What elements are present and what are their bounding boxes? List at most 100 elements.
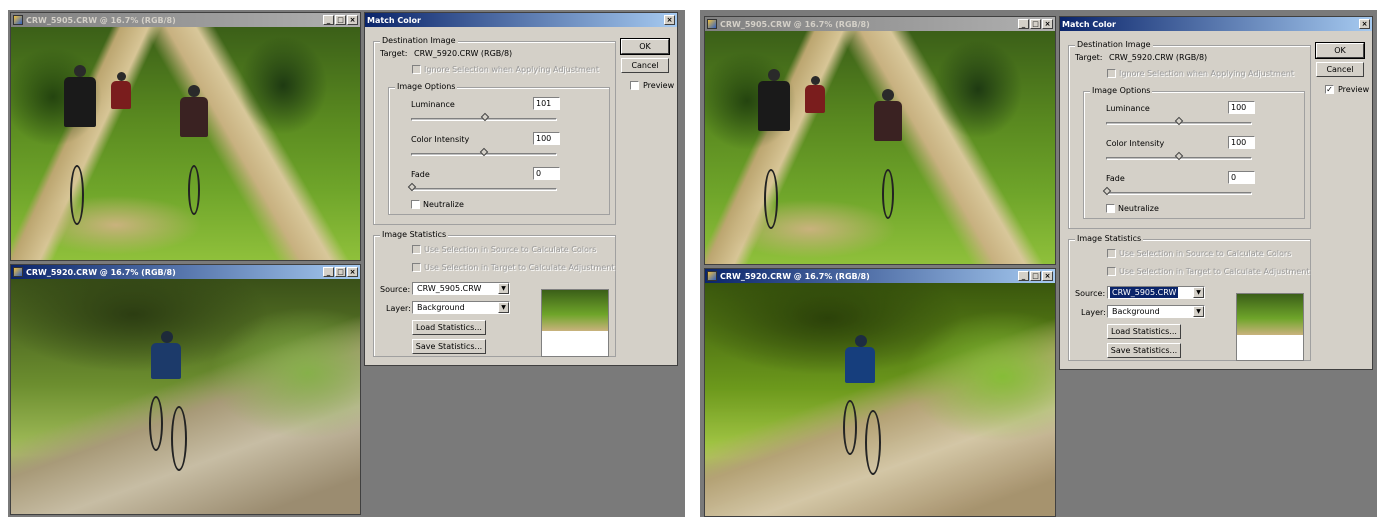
layer-select[interactable]: Background ▼ <box>1107 305 1205 318</box>
maximize-button[interactable]: □ <box>1030 271 1041 281</box>
color-intensity-slider[interactable] <box>411 147 557 157</box>
ok-button[interactable]: OK <box>620 38 670 55</box>
chevron-down-icon[interactable]: ▼ <box>498 302 509 313</box>
use-source-selection-checkbox[interactable] <box>412 245 421 254</box>
load-statistics-button[interactable]: Load Statistics... <box>412 320 486 335</box>
close-button[interactable]: × <box>1042 271 1053 281</box>
luminance-field[interactable]: 101 <box>533 97 560 110</box>
maximize-button[interactable]: □ <box>335 267 346 277</box>
close-button[interactable]: × <box>347 267 358 277</box>
minimize-button[interactable]: _ <box>1018 19 1029 29</box>
use-target-selection-label: Use Selection in Target to Calculate Adj… <box>1119 267 1310 276</box>
chevron-down-icon[interactable]: ▼ <box>498 283 509 294</box>
layer-label: Layer: <box>1081 308 1106 317</box>
fade-slider[interactable] <box>407 182 557 192</box>
target-window-titlebar[interactable]: CRW_5920.CRW @ 16.7% (RGB/8) _ □ × <box>11 265 360 279</box>
source-thumbnail <box>1236 293 1304 361</box>
chevron-down-icon[interactable]: ▼ <box>1193 287 1204 298</box>
maximize-button[interactable]: □ <box>1030 19 1041 29</box>
luminance-slider-thumb[interactable] <box>1174 116 1184 126</box>
match-color-dialog: Match Color × OK Cancel ✓ Preview Destin… <box>1059 16 1373 370</box>
source-label: Source: <box>1075 289 1106 298</box>
save-statistics-button[interactable]: Save Statistics... <box>412 339 486 354</box>
source-window-title: CRW_5905.CRW @ 16.7% (RGB/8) <box>26 15 176 25</box>
minimize-button[interactable]: _ <box>1018 271 1029 281</box>
fade-slider-thumb[interactable] <box>407 182 417 192</box>
maximize-button[interactable]: □ <box>335 15 346 25</box>
source-image-window[interactable]: CRW_5905.CRW @ 16.7% (RGB/8) _ □ × <box>10 12 361 261</box>
image-options-group: Image Options Luminance 101 Color Intens… <box>388 82 610 215</box>
luminance-slider[interactable] <box>1106 116 1252 126</box>
target-window-titlebar[interactable]: CRW_5920.CRW @ 16.7% (RGB/8) _ □ × <box>705 269 1055 283</box>
ignore-selection-checkbox[interactable] <box>412 65 421 74</box>
luminance-label: Luminance <box>1106 104 1150 113</box>
use-source-selection-label: Use Selection in Source to Calculate Col… <box>424 245 597 254</box>
target-image-window[interactable]: CRW_5920.CRW @ 16.7% (RGB/8) _ □ × <box>704 268 1056 517</box>
use-target-selection-checkbox[interactable] <box>1107 267 1116 276</box>
source-image-window[interactable]: CRW_5905.CRW @ 16.7% (RGB/8) _ □ × <box>704 16 1056 265</box>
color-intensity-slider[interactable] <box>1106 151 1252 161</box>
fade-field[interactable]: 0 <box>1228 171 1255 184</box>
preview-checkbox[interactable] <box>630 81 639 90</box>
source-select[interactable]: CRW_5905.CRW ▼ <box>412 282 510 295</box>
target-value: CRW_5920.CRW (RGB/8) <box>414 49 513 58</box>
target-photo-cyclist <box>11 279 360 514</box>
source-select[interactable]: CRW_5905.CRW ▼ <box>1107 286 1205 299</box>
left-screenshot-panel: CRW_5905.CRW @ 16.7% (RGB/8) _ □ × CRW_5… <box>8 10 685 517</box>
neutralize-checkbox[interactable] <box>1106 204 1115 213</box>
save-statistics-button[interactable]: Save Statistics... <box>1107 343 1181 358</box>
image-statistics-legend: Image Statistics <box>1075 234 1144 243</box>
use-target-selection-label: Use Selection in Target to Calculate Adj… <box>424 263 615 272</box>
use-target-selection-checkbox[interactable] <box>412 263 421 272</box>
color-intensity-field[interactable]: 100 <box>533 132 560 145</box>
luminance-slider[interactable] <box>411 112 557 122</box>
source-window-title: CRW_5905.CRW @ 16.7% (RGB/8) <box>720 19 870 29</box>
layer-select[interactable]: Background ▼ <box>412 301 510 314</box>
target-window-title: CRW_5920.CRW @ 16.7% (RGB/8) <box>26 267 176 277</box>
target-image-window[interactable]: CRW_5920.CRW @ 16.7% (RGB/8) _ □ × <box>10 264 361 515</box>
fade-slider-thumb[interactable] <box>1102 186 1112 196</box>
fade-field[interactable]: 0 <box>533 167 560 180</box>
source-window-titlebar[interactable]: CRW_5905.CRW @ 16.7% (RGB/8) _ □ × <box>705 17 1055 31</box>
color-intensity-slider-thumb[interactable] <box>1174 151 1184 161</box>
destination-image-group: Destination Image Target: CRW_5920.CRW (… <box>1068 40 1311 229</box>
target-label: Target: <box>1075 53 1103 62</box>
layer-select-value: Background <box>417 303 465 312</box>
use-source-selection-checkbox[interactable] <box>1107 249 1116 258</box>
luminance-label: Luminance <box>411 100 455 109</box>
close-button[interactable]: × <box>1042 19 1053 29</box>
color-intensity-slider-thumb[interactable] <box>479 147 489 157</box>
cancel-button[interactable]: Cancel <box>621 58 669 73</box>
destination-image-legend: Destination Image <box>1075 40 1153 49</box>
image-options-legend: Image Options <box>1090 86 1153 95</box>
cancel-button[interactable]: Cancel <box>1316 62 1364 77</box>
close-button[interactable]: × <box>664 15 675 25</box>
source-select-value: CRW_5905.CRW <box>1110 287 1179 298</box>
close-button[interactable]: × <box>1359 19 1370 29</box>
luminance-slider-thumb[interactable] <box>480 112 489 122</box>
image-options-legend: Image Options <box>395 82 458 91</box>
ok-button[interactable]: OK <box>1315 42 1365 59</box>
color-intensity-label: Color Intensity <box>411 135 470 144</box>
neutralize-checkbox[interactable] <box>411 200 420 209</box>
fade-slider[interactable] <box>1102 186 1252 196</box>
image-options-group: Image Options Luminance 100 Color Intens… <box>1083 86 1305 219</box>
ignore-selection-checkbox[interactable] <box>1107 69 1116 78</box>
load-statistics-button[interactable]: Load Statistics... <box>1107 324 1181 339</box>
source-window-titlebar[interactable]: CRW_5905.CRW @ 16.7% (RGB/8) _ □ × <box>11 13 360 27</box>
chevron-down-icon[interactable]: ▼ <box>1193 306 1204 317</box>
dialog-title: Match Color <box>367 15 421 25</box>
color-intensity-field[interactable]: 100 <box>1228 136 1255 149</box>
ignore-selection-label: Ignore Selection when Applying Adjustmen… <box>424 65 599 74</box>
preview-checkbox[interactable]: ✓ <box>1325 85 1334 94</box>
source-label: Source: <box>380 285 411 294</box>
minimize-button[interactable]: _ <box>323 15 334 25</box>
minimize-button[interactable]: _ <box>323 267 334 277</box>
close-button[interactable]: × <box>347 15 358 25</box>
destination-image-group: Destination Image Target: CRW_5920.CRW (… <box>373 36 616 225</box>
dialog-titlebar[interactable]: Match Color × <box>1060 17 1372 31</box>
preview-label: Preview <box>1338 85 1370 94</box>
dialog-titlebar[interactable]: Match Color × <box>365 13 677 27</box>
image-statistics-legend: Image Statistics <box>380 230 449 239</box>
luminance-field[interactable]: 100 <box>1228 101 1255 114</box>
